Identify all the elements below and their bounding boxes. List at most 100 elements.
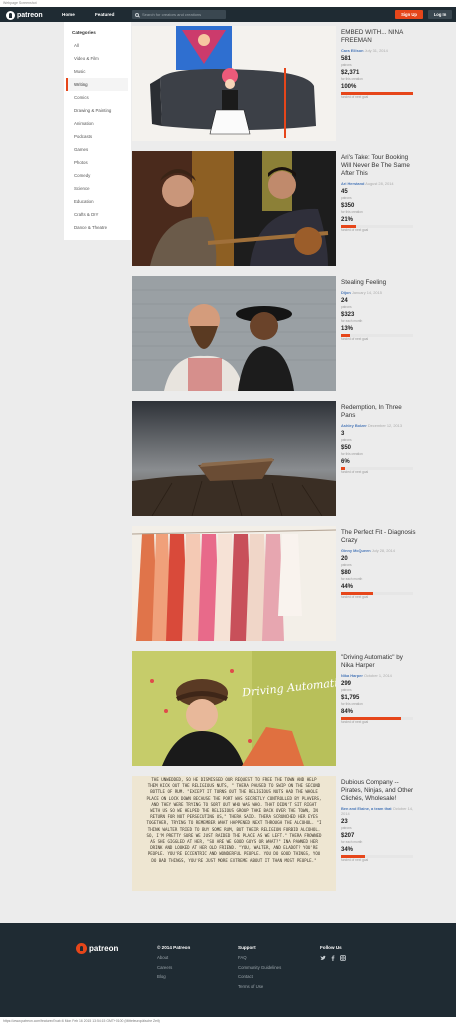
creation-info: Ari's Take: Tour Booking Will Never Be T… — [341, 154, 417, 232]
search-box[interactable] — [132, 10, 226, 19]
pledge-amount: $350 — [341, 203, 355, 209]
search-icon — [135, 12, 139, 17]
creation-meta: Cara Ellison July 31, 2014 — [341, 48, 417, 53]
footer-link-careers[interactable]: Careers — [157, 963, 190, 973]
category-podcasts[interactable]: Podcasts — [66, 130, 128, 143]
goal-progress-bar — [341, 225, 413, 228]
category-comedy[interactable]: Comedy — [66, 169, 128, 182]
logo-text: patreon — [17, 11, 43, 19]
category-writing[interactable]: Writing — [66, 78, 128, 91]
creation-card[interactable]: Driving Automatic "Driving Automatic" by… — [132, 651, 417, 766]
category-video-film[interactable]: Video & Film — [66, 52, 128, 65]
pledge-amount: $207 — [341, 833, 355, 839]
footer-copyright: © 2014 Patreon — [157, 945, 191, 950]
creation-title[interactable]: "Driving Automatic" by Nika Harper — [341, 654, 417, 670]
creator-name[interactable]: Nika Harper — [341, 673, 363, 678]
footer-support-heading: Support — [238, 945, 256, 950]
goal-label: funded of next goal — [341, 95, 369, 99]
creation-title[interactable]: Dubious Company -- Pirates, Ninjas, and … — [341, 779, 417, 803]
creation-image[interactable] — [132, 151, 336, 266]
creation-card[interactable]: THE UNWEDDED, SO HE DISMISSED OUR REQUES… — [132, 776, 417, 891]
creator-name[interactable]: Cara Ellison — [341, 48, 364, 53]
log-in-button[interactable]: Log In — [428, 10, 452, 19]
goal-percent: 21% — [341, 217, 354, 223]
goal-percent: 34% — [341, 847, 354, 853]
creation-title[interactable]: Redemption, In Three Pans — [341, 404, 417, 420]
category-all[interactable]: All — [66, 39, 128, 52]
creation-meta: Ginny McQueen July 28, 2014 — [341, 548, 417, 553]
pledge-label: for each month — [341, 840, 363, 844]
creation-title[interactable]: Stealing Feeling — [341, 279, 417, 287]
main-content: Categories All Video & Film Music Writin… — [0, 22, 456, 922]
category-music[interactable]: Music — [66, 65, 128, 78]
goal-label: funded of next goal — [341, 720, 369, 724]
creation-title[interactable]: The Perfect Fit - Diagnosis Crazy — [341, 529, 417, 545]
category-crafts-diy[interactable]: Crafts & DIY — [66, 208, 128, 221]
pledge-amount: $323 — [341, 312, 355, 318]
creation-image[interactable] — [132, 401, 336, 516]
creation-card[interactable]: The Perfect Fit - Diagnosis Crazy Ginny … — [132, 526, 417, 641]
social-icons — [320, 955, 346, 961]
categories-sidebar: Categories All Video & Film Music Writin… — [66, 30, 128, 234]
category-photos[interactable]: Photos — [66, 156, 128, 169]
pledge-label: for each month — [341, 577, 363, 581]
creation-card[interactable]: Ari's Take: Tour Booking Will Never Be T… — [132, 151, 417, 266]
patrons-count: 45 — [341, 189, 348, 195]
goal-progress-bar — [341, 855, 413, 858]
patrons-count: 23 — [341, 819, 348, 825]
goal-progress-fill — [341, 717, 402, 720]
goal-label: funded of next goal — [341, 228, 369, 232]
creation-card[interactable]: EMBED WITH... NINA FREEMAN Cara Ellison … — [132, 26, 417, 141]
category-games[interactable]: Games — [66, 143, 128, 156]
category-science[interactable]: Science — [66, 182, 128, 195]
creator-name[interactable]: Dijon — [341, 290, 351, 295]
creation-title[interactable]: Ari's Take: Tour Booking Will Never Be T… — [341, 154, 417, 178]
pledge-label: for each month — [341, 319, 363, 323]
goal-progress-bar — [341, 467, 413, 470]
search-input[interactable] — [142, 12, 226, 17]
footer-link-blog[interactable]: Blog — [157, 972, 190, 982]
footer-link-terms[interactable]: Terms of Use — [238, 982, 281, 992]
creation-meta: Dijon January 14, 2015 — [341, 290, 417, 295]
sign-up-button[interactable]: Sign Up — [395, 10, 423, 19]
creation-image[interactable] — [132, 276, 336, 391]
creation-date: December 12, 2013 — [367, 423, 403, 428]
creation-card[interactable]: Stealing Feeling Dijon January 14, 2015 … — [132, 276, 417, 391]
creator-name[interactable]: Ashley Bolzer — [341, 423, 367, 428]
footer-support-column: Support FAQ Community Guidelines Contact… — [238, 945, 281, 991]
category-animation[interactable]: Animation — [66, 117, 128, 130]
category-comics[interactable]: Comics — [66, 91, 128, 104]
creation-image[interactable] — [132, 526, 336, 641]
goal-progress-bar — [341, 334, 413, 337]
footer-company-column: © 2014 Patreon About Careers Blog — [157, 945, 190, 982]
pledge-label: for this creation — [341, 210, 363, 214]
footer-link-contact[interactable]: Contact — [238, 972, 281, 982]
creation-date: October 1, 2014 — [363, 673, 392, 678]
creator-name[interactable]: Ari Herstand — [341, 181, 364, 186]
status-bar-url: https://www.patreon.com/featured?cat=6 M… — [0, 1017, 456, 1024]
patrons-label: patrons — [341, 63, 352, 67]
footer-link-faq[interactable]: FAQ — [238, 953, 281, 963]
instagram-icon[interactable] — [340, 955, 346, 961]
creation-title[interactable]: EMBED WITH... NINA FREEMAN — [341, 29, 417, 45]
category-education[interactable]: Education — [66, 195, 128, 208]
creation-date: July 31, 2014 — [364, 48, 388, 53]
creation-card[interactable]: Redemption, In Three Pans Ashley Bolzer … — [132, 401, 417, 516]
category-dance-theatre[interactable]: Dance & Theatre — [66, 221, 128, 234]
goal-percent: 84% — [341, 709, 354, 715]
twitter-icon[interactable] — [320, 955, 326, 961]
creator-name[interactable]: Ginny McQueen — [341, 548, 371, 553]
patreon-logo-icon — [6, 10, 15, 20]
creation-image[interactable] — [132, 26, 336, 141]
facebook-icon[interactable] — [330, 955, 336, 961]
footer-link-about[interactable]: About — [157, 953, 190, 963]
creation-image[interactable]: Driving Automatic — [132, 651, 336, 766]
patreon-logo[interactable]: patreon — [6, 10, 43, 20]
goal-progress-bar — [341, 592, 413, 595]
footer-logo[interactable]: patreon — [76, 943, 118, 954]
creation-image[interactable]: THE UNWEDDED, SO HE DISMISSED OUR REQUES… — [132, 776, 336, 891]
footer-link-community-guidelines[interactable]: Community Guidelines — [238, 963, 281, 973]
nav-featured[interactable]: Featured — [95, 12, 114, 17]
category-drawing-painting[interactable]: Drawing & Painting — [66, 104, 128, 117]
nav-home[interactable]: Home — [62, 12, 75, 17]
